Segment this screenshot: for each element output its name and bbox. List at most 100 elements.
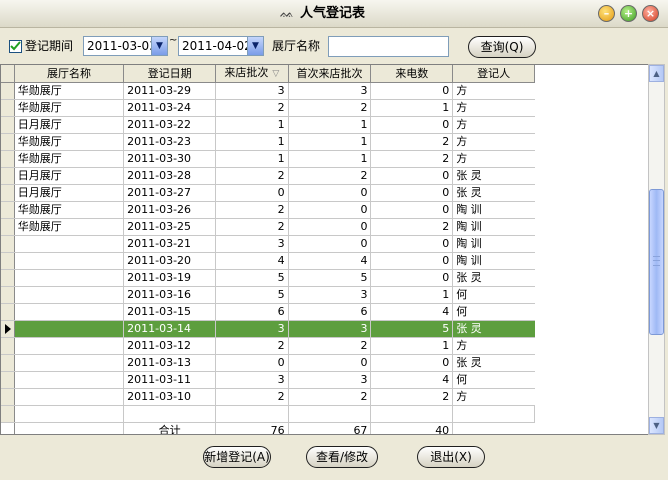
cell-calls: 5 xyxy=(370,320,454,338)
cell-visits: 2 xyxy=(215,388,289,406)
cell-hall: 日月展厅 xyxy=(14,116,125,134)
table-row[interactable]: 2011-03-13 0 0 0 张 灵 xyxy=(1,354,535,372)
cell-visits: 3 xyxy=(215,320,289,338)
table-row[interactable]: 日月展厅 2011-03-27 0 0 0 张 灵 xyxy=(1,184,535,202)
table-row[interactable]: 2011-03-16 5 3 1 何 xyxy=(1,286,535,304)
scroll-down-icon[interactable]: ▼ xyxy=(649,417,664,434)
date-from-combo[interactable]: 2011-03-03 ▼ xyxy=(83,36,168,56)
vertical-scrollbar[interactable]: ▲ ▼ xyxy=(648,64,665,435)
col-header-visits[interactable]: 来店批次 ▽ xyxy=(215,65,289,83)
cell-visits: 2 xyxy=(215,337,289,355)
row-indicator[interactable] xyxy=(1,201,15,219)
cell-first-visits: 2 xyxy=(288,99,372,117)
summary-calls: 40 xyxy=(370,422,454,434)
table-row[interactable]: 2011-03-20 4 4 0 陶 训 xyxy=(1,252,535,270)
row-indicator[interactable] xyxy=(1,252,15,270)
row-indicator[interactable] xyxy=(1,150,15,168)
cell-registrar: 方 xyxy=(452,99,535,117)
cell-visits: 2 xyxy=(215,99,289,117)
row-indicator[interactable] xyxy=(1,320,15,338)
maximize-button[interactable]: + xyxy=(620,5,637,22)
table-row[interactable]: 华勋展厅 2011-03-30 1 1 2 方 xyxy=(1,150,535,168)
row-indicator[interactable] xyxy=(1,116,15,134)
cell-date: 2011-03-10 xyxy=(123,388,217,406)
table-row[interactable]: 华勋展厅 2011-03-29 3 3 0 方 xyxy=(1,82,535,100)
grip-icon xyxy=(653,256,660,266)
table-row-empty xyxy=(1,405,535,423)
minimize-button[interactable]: – xyxy=(598,5,615,22)
row-indicator[interactable] xyxy=(1,167,15,185)
range-separator: ~ xyxy=(169,35,178,46)
chevron-down-icon[interactable]: ▼ xyxy=(247,37,263,55)
cell-date: 2011-03-12 xyxy=(123,337,217,355)
cell-visits: 1 xyxy=(215,116,289,134)
row-indicator[interactable] xyxy=(1,303,15,321)
cell-registrar: 方 xyxy=(452,133,535,151)
cell-hall xyxy=(14,354,125,372)
col-header-first-visits[interactable]: 首次来店批次 xyxy=(288,65,372,83)
table-row[interactable]: 华勋展厅 2011-03-25 2 0 2 陶 训 xyxy=(1,218,535,236)
hall-name-input[interactable] xyxy=(328,36,449,57)
cell-hall: 华勋展厅 xyxy=(14,133,125,151)
table-row[interactable]: 华勋展厅 2011-03-23 1 1 2 方 xyxy=(1,133,535,151)
add-registration-button[interactable]: 新增登记(A) xyxy=(203,446,271,468)
empty-cell xyxy=(14,405,125,423)
row-indicator xyxy=(1,405,15,423)
cell-calls: 0 xyxy=(370,201,454,219)
row-indicator[interactable] xyxy=(1,82,15,100)
col-header-registrar[interactable]: 登记人 xyxy=(452,65,535,83)
row-indicator[interactable] xyxy=(1,235,15,253)
table-row[interactable]: 2011-03-15 6 6 4 何 xyxy=(1,303,535,321)
col-header-calls[interactable]: 来电数 xyxy=(370,65,454,83)
view-edit-button[interactable]: 查看/修改 xyxy=(306,446,378,468)
row-indicator[interactable] xyxy=(1,218,15,236)
date-to-combo[interactable]: 2011-04-02 ▼ xyxy=(178,36,264,56)
table-row[interactable]: 2011-03-10 2 2 2 方 xyxy=(1,388,535,406)
query-button[interactable]: 查询(Q) xyxy=(468,36,536,58)
table-row[interactable]: 华勋展厅 2011-03-26 2 0 0 陶 训 xyxy=(1,201,535,219)
cell-first-visits: 5 xyxy=(288,269,372,287)
chevron-down-icon[interactable]: ▼ xyxy=(151,37,167,55)
row-indicator[interactable] xyxy=(1,133,15,151)
close-button[interactable]: × xyxy=(642,5,659,22)
bird-logo-icon: ᨐ xyxy=(279,6,295,20)
table-row[interactable]: 2011-03-19 5 5 0 张 灵 xyxy=(1,269,535,287)
row-indicator[interactable] xyxy=(1,354,15,372)
cell-visits: 3 xyxy=(215,82,289,100)
cell-registrar: 何 xyxy=(452,303,535,321)
cell-registrar: 方 xyxy=(452,388,535,406)
table-row[interactable]: 2011-03-11 3 3 4 何 xyxy=(1,371,535,389)
scroll-up-icon[interactable]: ▲ xyxy=(649,65,664,82)
cell-calls: 1 xyxy=(370,99,454,117)
cell-hall xyxy=(14,337,125,355)
row-indicator[interactable] xyxy=(1,184,15,202)
col-header-date[interactable]: 登记日期 xyxy=(123,65,217,83)
table-row[interactable]: 日月展厅 2011-03-22 1 1 0 方 xyxy=(1,116,535,134)
col-header-hall[interactable]: 展厅名称 xyxy=(14,65,125,83)
empty-cell xyxy=(123,405,217,423)
table-row[interactable]: 华勋展厅 2011-03-24 2 2 1 方 xyxy=(1,99,535,117)
table-row[interactable]: 2011-03-12 2 2 1 方 xyxy=(1,337,535,355)
cell-first-visits: 0 xyxy=(288,235,372,253)
checkmark-icon xyxy=(10,41,21,51)
registration-grid[interactable]: 展厅名称 登记日期 来店批次 ▽ 首次来店批次 来电数 登记人 华勋展厅 2011-… xyxy=(0,64,648,435)
cell-calls: 0 xyxy=(370,252,454,270)
table-row-selected[interactable]: 2011-03-14 3 3 5 张 灵 xyxy=(1,320,535,338)
row-indicator[interactable] xyxy=(1,269,15,287)
cell-hall xyxy=(14,388,125,406)
table-row[interactable]: 日月展厅 2011-03-28 2 2 0 张 灵 xyxy=(1,167,535,185)
row-indicator[interactable] xyxy=(1,388,15,406)
cell-registrar: 陶 训 xyxy=(452,201,535,219)
period-checkbox[interactable] xyxy=(9,40,22,53)
cell-calls: 0 xyxy=(370,354,454,372)
cell-calls: 0 xyxy=(370,82,454,100)
scrollbar-thumb[interactable] xyxy=(649,189,664,335)
exit-button[interactable]: 退出(X) xyxy=(417,446,485,468)
cell-first-visits: 4 xyxy=(288,252,372,270)
row-indicator[interactable] xyxy=(1,286,15,304)
row-indicator[interactable] xyxy=(1,99,15,117)
table-row[interactable]: 2011-03-21 3 0 0 陶 训 xyxy=(1,235,535,253)
row-indicator[interactable] xyxy=(1,371,15,389)
date-to-value: 2011-04-02 xyxy=(182,39,252,53)
row-indicator[interactable] xyxy=(1,337,15,355)
